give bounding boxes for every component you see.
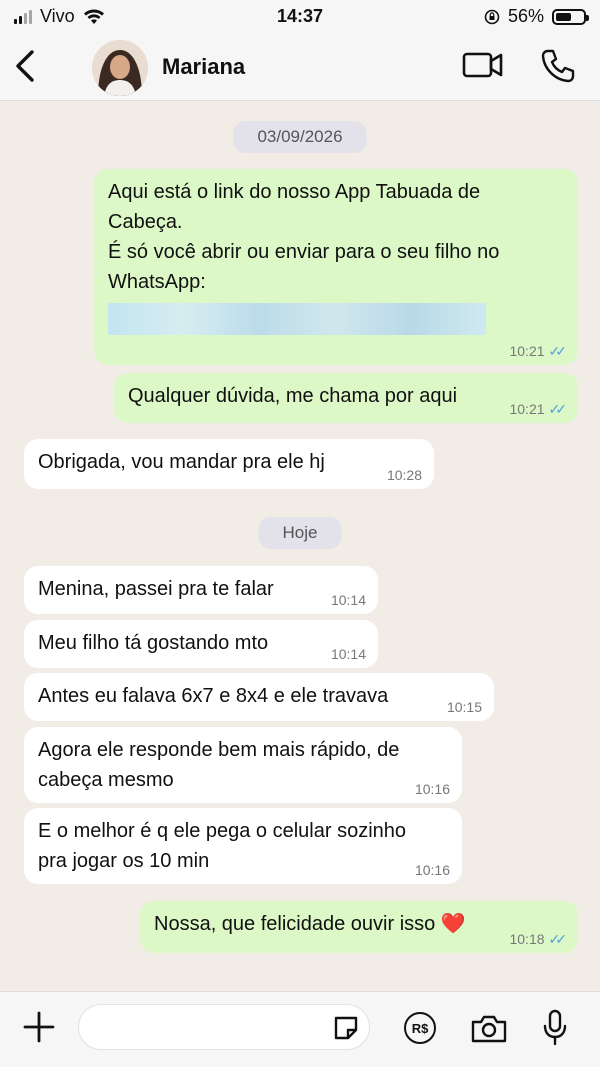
message-time: 10:16 (414, 781, 450, 797)
contact-name[interactable]: Mariana (162, 54, 245, 80)
message-bubble-incoming[interactable]: Agora ele responde bem mais rápido, de c… (24, 727, 462, 803)
message-time: 10:28 (386, 467, 422, 483)
battery-icon (552, 8, 589, 25)
status-right: 56% (484, 6, 589, 27)
back-chevron-icon[interactable] (10, 48, 42, 84)
payment-icon[interactable]: R$ (404, 1012, 436, 1044)
message-bubble-outgoing[interactable]: Nossa, que felicidade ouvir isso ❤️ 10:1… (140, 901, 578, 953)
camera-icon[interactable] (470, 1014, 508, 1044)
message-bubble-incoming[interactable]: Meu filho tá gostando mto 10:14 (24, 620, 378, 668)
battery-percent: 56% (507, 6, 544, 26)
read-receipt-icon: ✓✓ (548, 401, 568, 417)
message-meta: 10:28 (387, 467, 422, 483)
message-meta: 10:18 ✓✓ (509, 931, 568, 947)
message-meta: 10:21 ✓✓ (509, 401, 568, 417)
avatar-image (92, 40, 148, 96)
message-time: 10:21 (509, 401, 545, 417)
date-separator: Hoje (258, 517, 342, 549)
message-text: E o melhor é q ele pega o celular sozinh… (38, 820, 407, 842)
message-time: 10:18 (509, 931, 545, 947)
message-text: Nossa, que felicidade ouvir isso ❤️ (154, 913, 466, 935)
message-bubble-outgoing[interactable]: Qualquer dúvida, me chama por aqui 10:21… (114, 373, 578, 423)
read-receipt-icon: ✓✓ (548, 931, 568, 947)
date-separator: 03/09/2026 (233, 121, 367, 153)
message-bubble-incoming[interactable]: Menina, passei pra te falar 10:14 (24, 566, 378, 614)
status-bar: Vivo 14:37 56% (0, 0, 600, 34)
message-time: 10:15 (446, 699, 482, 715)
message-text: Menina, passei pra te falar (38, 578, 274, 600)
message-bubble-incoming[interactable]: Obrigada, vou mandar pra ele hj 10:28 (24, 439, 434, 489)
message-meta: 10:21 ✓✓ (509, 343, 568, 359)
phone-call-icon[interactable] (540, 48, 576, 84)
chat-header: Mariana (0, 34, 600, 101)
message-time: 10:16 (414, 862, 450, 878)
message-time: 10:21 (509, 343, 545, 359)
message-text: Obrigada, vou mandar pra ele hj (38, 451, 325, 473)
read-receipt-icon: ✓✓ (548, 343, 568, 359)
message-text: cabeça mesmo (38, 769, 174, 791)
blurred-link[interactable] (108, 303, 486, 335)
message-text: Antes eu falava 6x7 e 8x4 e ele travava (38, 685, 389, 707)
message-text: Meu filho tá gostando mto (38, 632, 269, 654)
plus-icon[interactable] (22, 1010, 56, 1044)
message-text: Qualquer dúvida, me chama por aqui (128, 385, 458, 407)
chat-area[interactable]: 03/09/2026 Aqui está o link do nosso App… (0, 101, 600, 991)
message-input-bar: R$ (0, 991, 600, 1067)
message-meta: 10:16 (415, 862, 450, 878)
message-bubble-incoming[interactable]: Antes eu falava 6x7 e 8x4 e ele travava … (24, 673, 494, 721)
message-bubble-incoming[interactable]: E o melhor é q ele pega o celular sozinh… (24, 808, 462, 884)
message-text: pra jogar os 10 min (38, 850, 210, 872)
message-meta: 10:14 (331, 646, 366, 662)
video-call-icon[interactable] (462, 48, 504, 82)
message-meta: 10:16 (415, 781, 450, 797)
message-time: 10:14 (330, 646, 366, 662)
message-text: É só você abrir ou enviar para o seu fil… (108, 241, 500, 263)
message-meta: 10:14 (331, 592, 366, 608)
message-meta: 10:15 (447, 699, 482, 715)
message-text: WhatsApp: (108, 271, 206, 293)
message-time: 10:14 (330, 592, 366, 608)
microphone-icon[interactable] (540, 1008, 570, 1048)
avatar[interactable] (92, 40, 148, 96)
message-text: Agora ele responde bem mais rápido, de (38, 739, 400, 761)
message-bubble-outgoing[interactable]: Aqui está o link do nosso App Tabuada de… (94, 169, 578, 365)
message-text: Aqui está o link do nosso App Tabuada de (108, 181, 481, 203)
payment-label: R$ (411, 1020, 429, 1036)
message-text: Cabeça. (108, 211, 183, 233)
sticker-icon[interactable] (332, 1014, 360, 1042)
message-input[interactable] (78, 1004, 370, 1050)
orientation-lock-icon (484, 9, 500, 24)
